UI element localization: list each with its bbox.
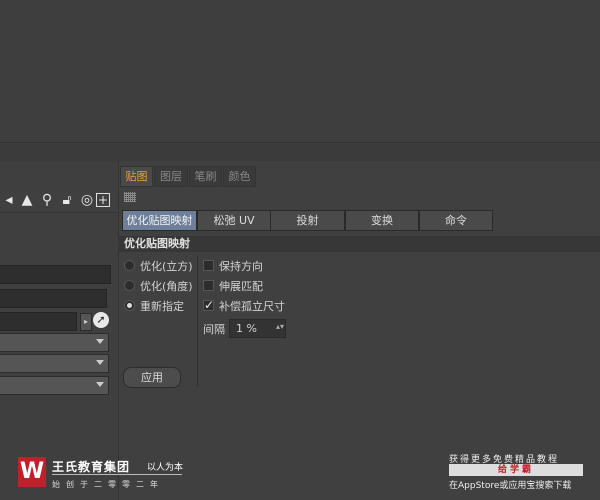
options-divider xyxy=(197,256,198,386)
chevron-down-icon xyxy=(96,339,104,344)
check-label-equalize: 补偿孤立尺寸 xyxy=(219,300,285,313)
arrow-left-icon[interactable]: ◂ xyxy=(0,191,18,209)
section-title: 优化贴图映射 xyxy=(118,236,600,252)
check-label-preserve: 保持方向 xyxy=(219,260,263,273)
3d-viewport[interactable] xyxy=(0,0,600,142)
left-field-3[interactable] xyxy=(0,312,77,331)
left-toolbar: ◂ ▲ ⚲ 🔓︎ ◎ + xyxy=(0,190,116,213)
brand-slogan: 始创于二零零二年 xyxy=(52,480,164,489)
left-dropdown-1[interactable] xyxy=(0,333,109,352)
chevron-down-icon xyxy=(96,360,104,365)
add-icon[interactable]: + xyxy=(96,193,110,207)
subtab-commands[interactable]: 命令 xyxy=(419,210,493,231)
stepper-icon[interactable]: ▴▾ xyxy=(276,322,284,331)
radio-optimal-angle[interactable] xyxy=(124,280,135,291)
radio-optimal-cubic[interactable] xyxy=(124,260,135,271)
checkmark-icon: ✓ xyxy=(204,298,215,312)
left-dropdown-2[interactable] xyxy=(0,354,109,373)
checkbox-equalize-size[interactable]: ✓ xyxy=(203,298,215,312)
left-dropdown-3[interactable] xyxy=(0,376,109,395)
left-field-1[interactable] xyxy=(0,265,111,284)
radio-label-cubic: 优化(立方) xyxy=(140,260,193,273)
apply-button[interactable]: 应用 xyxy=(123,367,181,388)
promo-line-3: 在AppStore或应用宝搜索下载 xyxy=(449,481,572,491)
brand-tagline: 以人为本 xyxy=(147,463,184,473)
interval-label: 间隔 xyxy=(203,323,225,336)
promo-line-2: 给学霸 xyxy=(449,464,583,476)
picker-icon[interactable]: ➚ xyxy=(93,312,109,328)
subtab-relax-uv[interactable]: 松弛 UV xyxy=(197,210,271,231)
panel-grip-icon xyxy=(124,192,136,202)
tab-color[interactable]: 颜色 xyxy=(223,166,256,187)
subtab-projection[interactable]: 投射 xyxy=(270,210,345,231)
brand-divider xyxy=(52,474,182,475)
interval-input[interactable]: 1 % ▴▾ xyxy=(229,319,286,338)
arrow-cursor-icon[interactable]: ▲ xyxy=(18,191,36,209)
search-icon[interactable]: ⚲ xyxy=(38,191,56,209)
brand-name: 王氏教育集团 xyxy=(52,460,131,474)
field-arrow-button[interactable]: ▸ xyxy=(80,313,92,331)
left-field-2[interactable] xyxy=(0,289,107,308)
target-icon[interactable]: ◎ xyxy=(78,191,96,209)
subtab-optimal-mapping[interactable]: 优化贴图映射 xyxy=(122,210,197,231)
lock-icon[interactable]: 🔓︎ xyxy=(58,191,76,209)
radio-label-realign: 重新指定 xyxy=(140,300,184,313)
checkbox-stretch-to-fit[interactable] xyxy=(203,280,214,291)
tab-texture[interactable]: 贴图 xyxy=(120,166,153,187)
check-label-stretch: 伸展匹配 xyxy=(219,280,263,293)
checkbox-preserve-orientation[interactable] xyxy=(203,260,214,271)
brand-logo: W xyxy=(18,457,46,487)
subtab-transform[interactable]: 变换 xyxy=(345,210,419,231)
interval-value: 1 % xyxy=(236,322,257,335)
tab-layer[interactable]: 图层 xyxy=(154,166,188,187)
chevron-down-icon xyxy=(96,382,104,387)
radio-realign[interactable] xyxy=(124,300,135,311)
tab-brush[interactable]: 笔刷 xyxy=(189,166,222,187)
radio-label-angle: 优化(角度) xyxy=(140,280,193,293)
panel-divider xyxy=(0,142,600,162)
